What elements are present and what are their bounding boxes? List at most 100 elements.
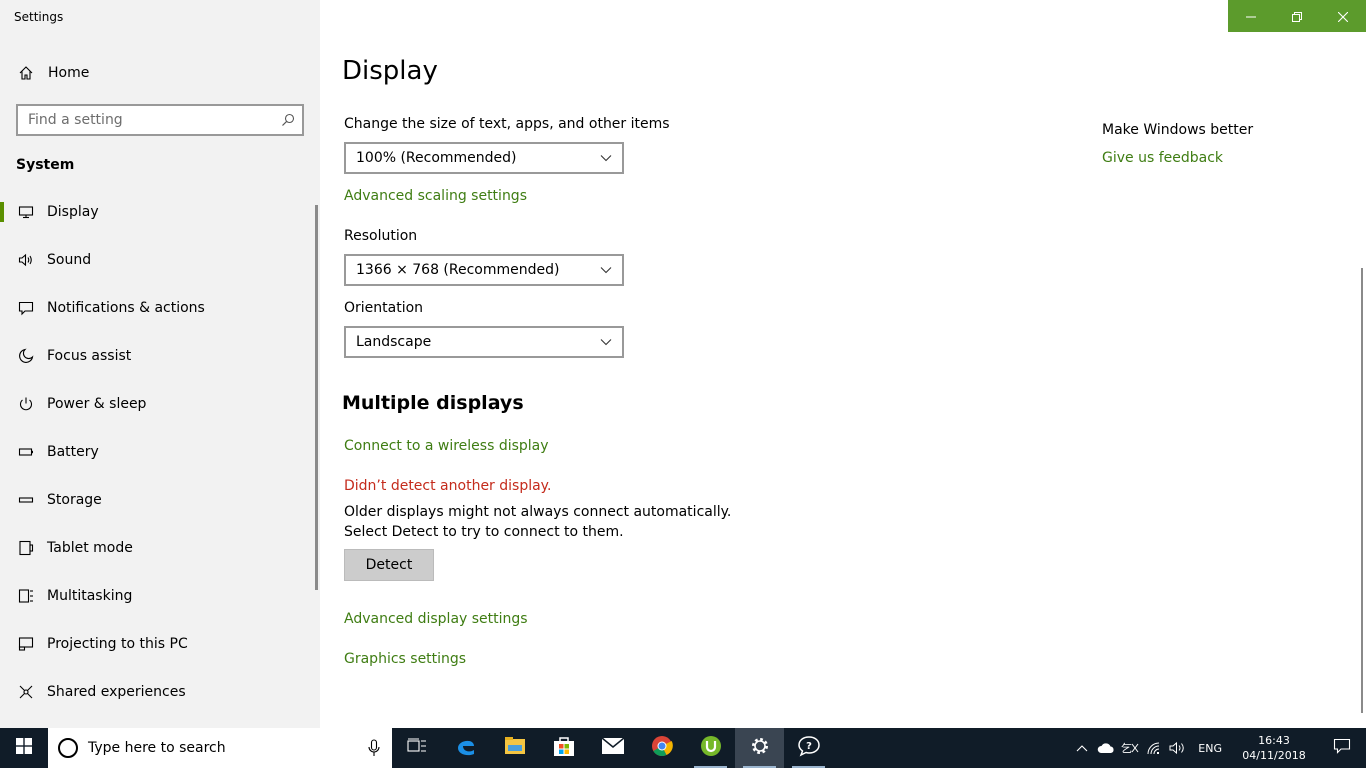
nav-item-label: Sound: [47, 252, 92, 268]
nav-item-label: Multitasking: [47, 588, 133, 604]
graphics-settings-link[interactable]: Graphics settings: [344, 651, 466, 667]
nav-item-storage[interactable]: Storage: [0, 476, 316, 524]
chevron-down-icon: [600, 334, 612, 350]
clock[interactable]: 16:43 04/11/2018: [1230, 733, 1318, 763]
search-icon[interactable]: [274, 113, 302, 127]
utorrent-taskbar-button[interactable]: [686, 728, 735, 768]
clock-time: 16:43: [1258, 734, 1290, 747]
edge-icon: [455, 735, 477, 761]
nav-item-battery[interactable]: Battery: [0, 428, 316, 476]
nav-item-label: Storage: [47, 492, 102, 508]
nav-item-power-sleep[interactable]: Power & sleep: [0, 380, 316, 428]
ime-icon[interactable]: 乞: [1118, 741, 1142, 755]
nav-item-notifications[interactable]: Notifications & actions: [0, 284, 316, 332]
nav-item-label: Tablet mode: [47, 540, 133, 556]
page-title: Display: [342, 56, 438, 86]
onedrive-icon[interactable]: [1094, 742, 1118, 754]
minimize-button[interactable]: [1228, 0, 1274, 32]
nav-item-projecting[interactable]: Projecting to this PC: [0, 620, 316, 668]
clock-date: 04/11/2018: [1242, 749, 1306, 762]
nav-item-sound[interactable]: Sound: [0, 236, 316, 284]
aside-title: Make Windows better: [1102, 122, 1254, 138]
scale-label: Change the size of text, apps, and other…: [344, 116, 670, 132]
sidebar-scrollbar[interactable]: [315, 205, 318, 590]
battery-icon: [16, 442, 36, 462]
svg-text:?: ?: [806, 741, 812, 752]
power-icon: [16, 394, 36, 414]
settings-window: Settings Home System Display: [0, 0, 1366, 728]
file-explorer-icon: [504, 736, 526, 760]
system-tray: 乞 ENG 16:43 04/11/2018: [1070, 728, 1366, 768]
chevron-up-icon[interactable]: [1070, 744, 1094, 752]
nav-item-shared-experiences[interactable]: Shared experiences: [0, 668, 316, 716]
nav-item-label: Focus assist: [47, 348, 132, 364]
cortana-icon: [58, 738, 78, 758]
minimize-icon: [1246, 7, 1256, 26]
multitasking-icon: [16, 586, 36, 606]
chevron-down-icon: [600, 150, 612, 166]
mail-icon: [601, 737, 625, 759]
settings-taskbar-button[interactable]: [735, 728, 784, 768]
nav-item-label: Power & sleep: [47, 396, 147, 412]
edge-taskbar-button[interactable]: [441, 728, 490, 768]
svg-text:乞: 乞: [1121, 741, 1132, 755]
scale-dropdown[interactable]: 100% (Recommended): [344, 142, 624, 174]
section-title-system: System: [16, 157, 75, 173]
action-center-button[interactable]: [1318, 738, 1366, 758]
notification-icon: [16, 298, 36, 318]
restore-button[interactable]: [1274, 0, 1320, 32]
start-button[interactable]: [0, 728, 48, 768]
home-label: Home: [48, 65, 90, 81]
nav-item-display[interactable]: Display: [0, 188, 316, 236]
nav-item-label: Notifications & actions: [47, 300, 205, 316]
give-feedback-link[interactable]: Give us feedback: [1102, 150, 1223, 166]
detect-button[interactable]: Detect: [344, 549, 434, 581]
home-nav-item[interactable]: Home: [0, 56, 320, 90]
network-icon[interactable]: [1142, 741, 1166, 755]
close-button[interactable]: [1320, 0, 1366, 32]
settings-icon: [750, 736, 770, 760]
nav-item-label: Shared experiences: [47, 684, 186, 700]
chrome-icon: [651, 735, 673, 761]
settings-search-box[interactable]: [16, 104, 304, 136]
multiple-displays-heading: Multiple displays: [342, 392, 524, 414]
resolution-dropdown[interactable]: 1366 × 768 (Recommended): [344, 254, 624, 286]
advanced-display-settings-link[interactable]: Advanced display settings: [344, 611, 528, 627]
chevron-down-icon: [600, 262, 612, 278]
scale-value: 100% (Recommended): [356, 150, 517, 166]
nav-item-label: Projecting to this PC: [47, 636, 188, 652]
store-taskbar-button[interactable]: [539, 728, 588, 768]
taskbar-search-text: Type here to search: [88, 740, 226, 756]
orientation-dropdown[interactable]: Landscape: [344, 326, 624, 358]
nav-item-focus-assist[interactable]: Focus assist: [0, 332, 316, 380]
microphone-icon[interactable]: [356, 739, 392, 757]
advanced-scaling-link[interactable]: Advanced scaling settings: [344, 188, 527, 204]
restore-icon: [1292, 7, 1302, 26]
task-view-button[interactable]: [392, 728, 441, 768]
orientation-label: Orientation: [344, 300, 424, 316]
task-view-icon: [406, 738, 427, 758]
mail-taskbar-button[interactable]: [588, 728, 637, 768]
nav-item-multitasking[interactable]: Multitasking: [0, 572, 316, 620]
settings-search-input[interactable]: [18, 106, 274, 134]
taskbar: Type here to search ? 乞 ENG 16:43 04/11/…: [0, 728, 1366, 768]
language-indicator[interactable]: ENG: [1198, 742, 1222, 755]
feedback-hub-taskbar-button[interactable]: ?: [784, 728, 833, 768]
resolution-label: Resolution: [344, 228, 418, 244]
shared-icon: [16, 682, 36, 702]
system-nav-list: Display Sound Notifications & actions Fo…: [0, 188, 316, 716]
nav-item-tablet-mode[interactable]: Tablet mode: [0, 524, 316, 572]
taskbar-search-box[interactable]: Type here to search: [48, 728, 392, 768]
main-scrollbar[interactable]: [1361, 268, 1363, 713]
windows-logo-icon: [16, 738, 32, 758]
resolution-value: 1366 × 768 (Recommended): [356, 262, 560, 278]
wireless-display-link[interactable]: Connect to a wireless display: [344, 438, 549, 454]
file-explorer-taskbar-button[interactable]: [490, 728, 539, 768]
chrome-taskbar-button[interactable]: [637, 728, 686, 768]
storage-icon: [16, 490, 36, 510]
volume-icon[interactable]: [1166, 741, 1190, 755]
app-title: Settings: [14, 10, 64, 24]
action-center-icon: [1333, 738, 1351, 758]
monitor-icon: [16, 202, 36, 222]
nav-item-label: Display: [47, 204, 99, 220]
